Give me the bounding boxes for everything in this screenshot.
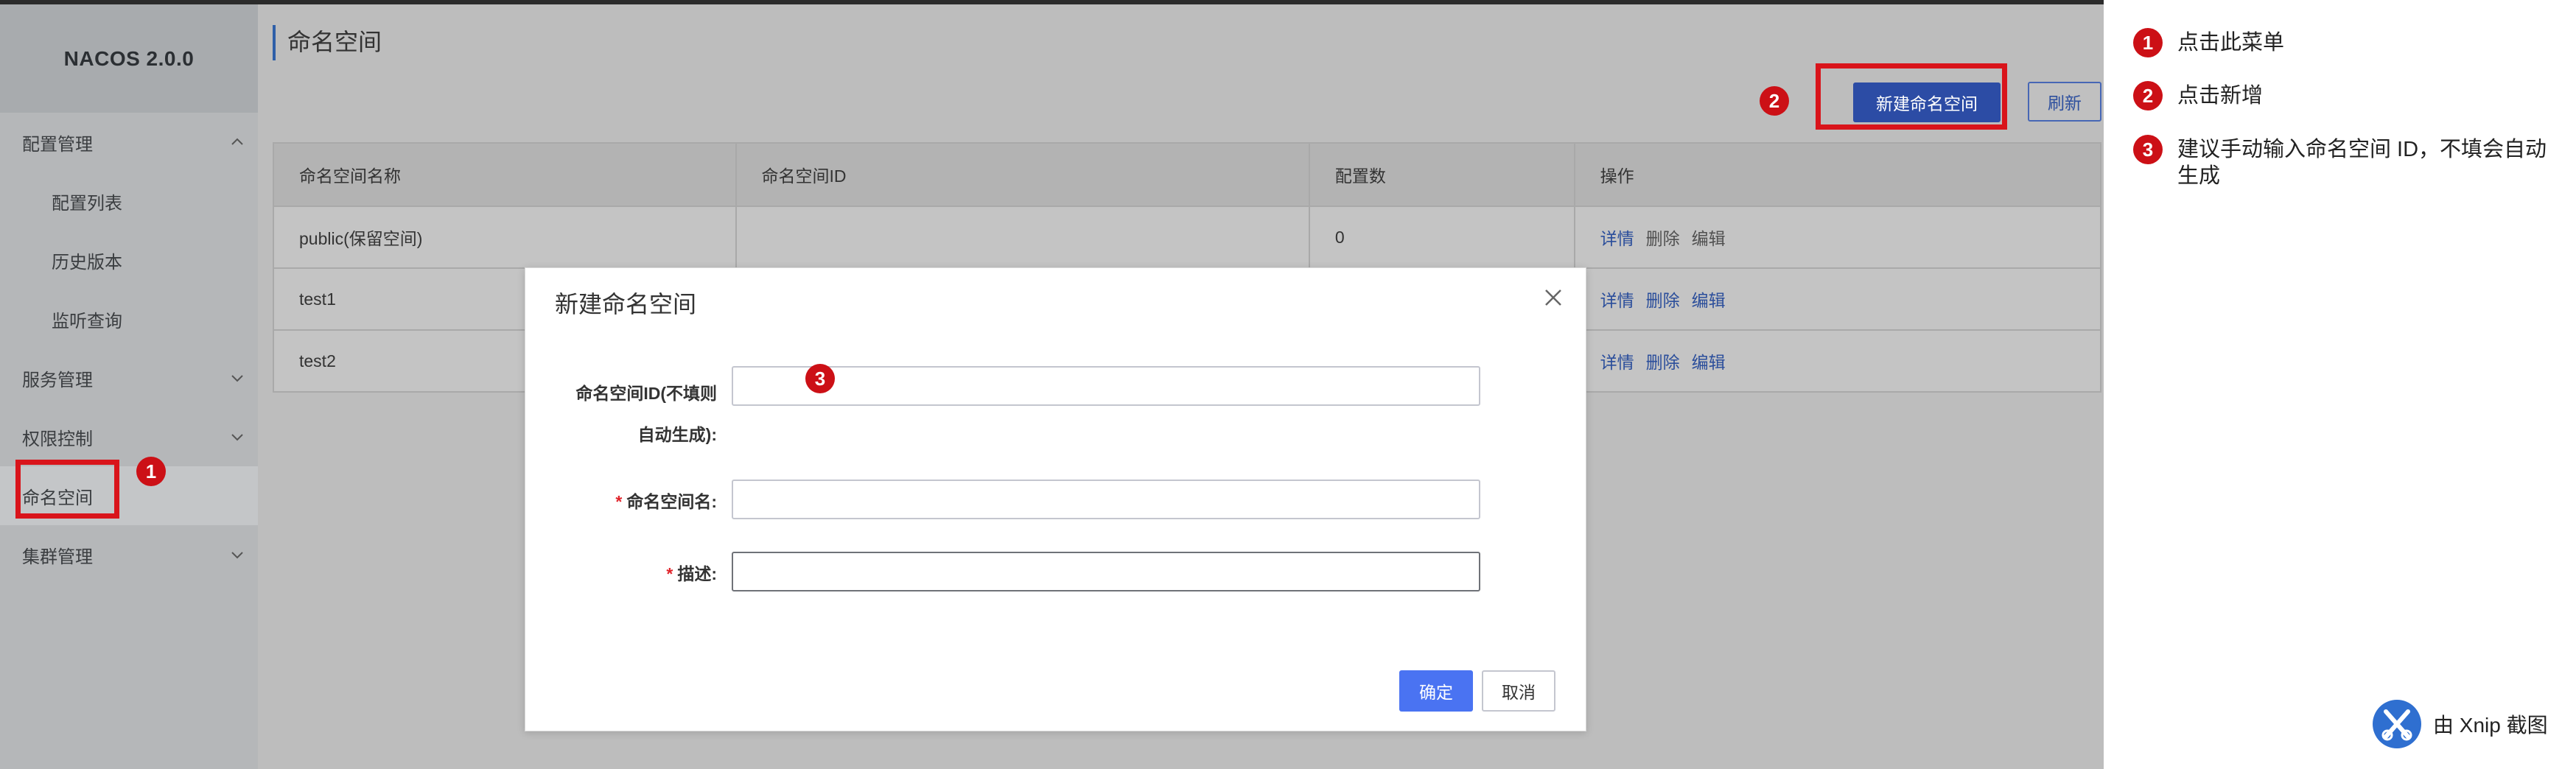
description-label-text: 描述:	[677, 564, 717, 583]
cell-namespace-id	[735, 206, 1310, 269]
page-title: 命名空间	[273, 25, 382, 60]
sidebar-item-history[interactable]: 历史版本	[0, 231, 258, 289]
highlight-box-step-2	[1816, 63, 2007, 130]
column-header-actions: 操作	[1573, 142, 2102, 207]
sidebar-item-label: 服务管理	[22, 370, 93, 390]
sidebar-item-label: 历史版本	[52, 252, 122, 273]
cell-actions: 详情 删除 编辑	[1573, 206, 2102, 269]
step-badge-3: 3	[805, 364, 835, 393]
namespace-id-label-line1: 命名空间ID(不填则	[575, 384, 717, 403]
cancel-button[interactable]: 取消	[1482, 670, 1555, 712]
description-label: * 描述:	[555, 560, 717, 585]
edit-link[interactable]: 编辑	[1692, 353, 1726, 372]
refresh-button[interactable]: 刷新	[2028, 82, 2101, 122]
xnip-logo-icon	[2373, 700, 2421, 748]
sidebar-item-listener-query[interactable]: 监听查询	[0, 289, 258, 348]
annotation-panel: 1 点击此菜单 2 点击新增 3 建议手动输入命名空间 ID，不填会自动生成 由…	[2104, 0, 2576, 769]
table-header-row: 命名空间名称 命名空间ID 配置数 操作	[273, 142, 2102, 207]
step-text: 点击新增	[2177, 84, 2264, 108]
detail-link[interactable]: 详情	[1600, 291, 1634, 310]
sidebar-item-label: 配置列表	[52, 193, 122, 214]
highlight-box-step-1	[15, 460, 119, 519]
watermark-text: 由 Xnip 截图	[2433, 714, 2548, 737]
cell-actions: 详情 删除 编辑	[1573, 329, 2102, 393]
step-badge-2: 2	[1760, 86, 1789, 116]
delete-link[interactable]: 删除	[1646, 291, 1680, 310]
required-mark: *	[615, 492, 623, 511]
step-badge-1: 1	[136, 457, 166, 486]
sidebar-item-service-management[interactable]: 服务管理	[0, 348, 258, 407]
chevron-down-icon	[231, 552, 243, 559]
column-header-config-count: 配置数	[1308, 142, 1575, 207]
new-namespace-dialog: 新建命名空间 命名空间ID(不填则 自动生成): 3 * 命名空间名: * 描述: …	[525, 267, 1586, 731]
sidebar-item-label: 监听查询	[52, 311, 122, 331]
delete-link[interactable]: 删除	[1646, 353, 1680, 372]
sidebar-item-config-list[interactable]: 配置列表	[0, 172, 258, 231]
namespace-name-label: * 命名空间名:	[555, 488, 717, 513]
namespace-id-label-line2: 自动生成):	[637, 425, 717, 444]
column-header-name: 命名空间名称	[273, 142, 737, 207]
namespace-name-label-text: 命名空间名:	[626, 492, 717, 511]
nacos-console: NACOS 2.0.0 配置管理 配置列表 历史版本 监听查询 服务管理 权限控…	[0, 4, 2104, 769]
confirm-button[interactable]: 确定	[1399, 670, 1473, 712]
detail-link[interactable]: 详情	[1600, 353, 1634, 372]
namespace-name-input[interactable]	[732, 480, 1480, 519]
sidebar-item-access-control[interactable]: 权限控制	[0, 407, 258, 466]
sidebar: NACOS 2.0.0 配置管理 配置列表 历史版本 监听查询 服务管理 权限控…	[0, 4, 258, 769]
cell-actions: 详情 删除 编辑	[1573, 267, 2102, 331]
table-row: public(保留空间) 0 详情 删除 编辑	[273, 206, 2102, 269]
xnip-watermark: 由 Xnip 截图	[2373, 700, 2548, 748]
required-mark: *	[666, 564, 673, 583]
edit-link[interactable]: 编辑	[1692, 291, 1726, 310]
dialog-title: 新建命名空间	[555, 291, 697, 317]
namespace-id-label: 命名空间ID(不填则 自动生成):	[555, 373, 717, 455]
delete-link[interactable]: 删除	[1646, 229, 1680, 248]
step-badge: 2	[2133, 81, 2163, 110]
cell-config-count: 0	[1308, 206, 1575, 269]
step-text: 建议手动输入命名空间 ID，不填会自动生成	[2177, 138, 2547, 188]
step-text: 点击此菜单	[2177, 31, 2285, 55]
chevron-down-icon	[231, 375, 243, 382]
step-badge: 1	[2133, 28, 2163, 57]
step-badge: 3	[2133, 135, 2163, 164]
chevron-up-icon	[231, 138, 243, 145]
sidebar-item-label: 权限控制	[22, 429, 93, 449]
sidebar-item-cluster-management[interactable]: 集群管理	[0, 525, 258, 584]
chevron-down-icon	[231, 434, 243, 441]
description-input[interactable]	[732, 552, 1480, 591]
sidebar-item-config-management[interactable]: 配置管理	[0, 113, 258, 172]
edit-link[interactable]: 编辑	[1692, 229, 1726, 248]
brand-logo: NACOS 2.0.0	[0, 4, 258, 113]
detail-link[interactable]: 详情	[1600, 229, 1634, 248]
sidebar-item-label: 集群管理	[22, 547, 93, 567]
close-icon[interactable]	[1540, 284, 1567, 311]
column-header-id: 命名空间ID	[735, 142, 1310, 207]
cell-namespace-name: public(保留空间)	[273, 206, 737, 269]
sidebar-item-label: 配置管理	[22, 134, 93, 155]
namespace-id-input[interactable]	[732, 366, 1480, 406]
